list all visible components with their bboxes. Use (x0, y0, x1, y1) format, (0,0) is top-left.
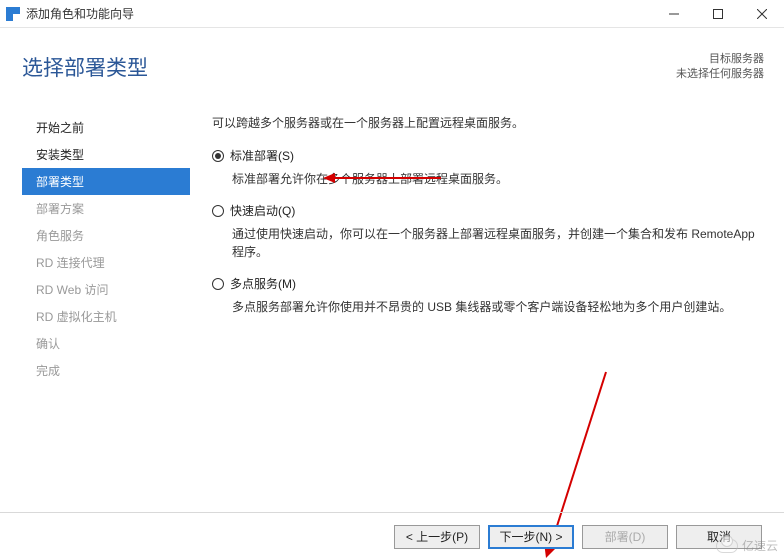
option-standard-desc: 标准部署允许你在多个服务器上部署远程桌面服务。 (232, 170, 764, 188)
annotation-arrow-1 (323, 170, 443, 186)
option-standard-row[interactable]: 标准部署(S) (212, 145, 764, 166)
wizard-footer: < 上一步(P) 下一步(N) > 部署(D) 取消 (0, 512, 784, 560)
step-rd-web[interactable]: RD Web 访问 (22, 276, 190, 303)
step-confirm[interactable]: 确认 (22, 330, 190, 357)
wizard-content: 选择部署类型 目标服务器 未选择任何服务器 开始之前 安装类型 部署类型 部署方… (0, 28, 784, 560)
server-info-value: 未选择任何服务器 (676, 67, 764, 82)
step-role-services[interactable]: 角色服务 (22, 222, 190, 249)
radio-quick[interactable] (212, 205, 224, 217)
next-button[interactable]: 下一步(N) > (488, 525, 574, 549)
option-quick-row[interactable]: 快速启动(Q) (212, 200, 764, 221)
titlebar: 添加角色和功能向导 (0, 0, 784, 28)
option-quick-desc: 通过使用快速启动，你可以在一个服务器上部署远程桌面服务，并创建一个集合和发布 R… (232, 225, 764, 261)
maximize-button[interactable] (696, 0, 740, 28)
server-info: 目标服务器 未选择任何服务器 (676, 52, 764, 83)
main-panel: 可以跨越多个服务器或在一个服务器上配置远程桌面服务。 标准部署(S) 标准部署允… (212, 114, 764, 328)
option-multipoint-row[interactable]: 多点服务(M) (212, 273, 764, 294)
option-standard-label: 标准部署(S) (230, 147, 294, 164)
app-icon (6, 7, 20, 21)
minimize-button[interactable] (652, 0, 696, 28)
step-complete[interactable]: 完成 (22, 357, 190, 384)
radio-multipoint[interactable] (212, 278, 224, 290)
step-rd-broker[interactable]: RD 连接代理 (22, 249, 190, 276)
step-rd-virt[interactable]: RD 虚拟化主机 (22, 303, 190, 330)
step-begin[interactable]: 开始之前 (22, 114, 190, 141)
intro-text: 可以跨越多个服务器或在一个服务器上配置远程桌面服务。 (212, 114, 764, 131)
option-multipoint-label: 多点服务(M) (230, 275, 296, 292)
option-multipoint-desc: 多点服务部署允许你使用并不昂贵的 USB 集线器或零个客户端设备轻松地为多个用户… (232, 298, 764, 316)
step-install-type[interactable]: 安装类型 (22, 141, 190, 168)
wizard-steps: 开始之前 安装类型 部署类型 部署方案 角色服务 RD 连接代理 RD Web … (22, 114, 190, 384)
server-info-label: 目标服务器 (676, 52, 764, 67)
step-deploy-scheme[interactable]: 部署方案 (22, 195, 190, 222)
option-multipoint: 多点服务(M) 多点服务部署允许你使用并不昂贵的 USB 集线器或零个客户端设备… (212, 273, 764, 316)
cancel-button[interactable]: 取消 (676, 525, 762, 549)
option-quick: 快速启动(Q) 通过使用快速启动，你可以在一个服务器上部署远程桌面服务，并创建一… (212, 200, 764, 261)
radio-standard[interactable] (212, 150, 224, 162)
option-quick-label: 快速启动(Q) (230, 202, 295, 219)
page-heading: 选择部署类型 (22, 52, 148, 82)
prev-button[interactable]: < 上一步(P) (394, 525, 480, 549)
deploy-button[interactable]: 部署(D) (582, 525, 668, 549)
close-button[interactable] (740, 0, 784, 28)
option-standard: 标准部署(S) 标准部署允许你在多个服务器上部署远程桌面服务。 (212, 145, 764, 188)
step-deploy-type[interactable]: 部署类型 (22, 168, 190, 195)
window-controls (652, 0, 784, 28)
window-title: 添加角色和功能向导 (26, 5, 652, 22)
